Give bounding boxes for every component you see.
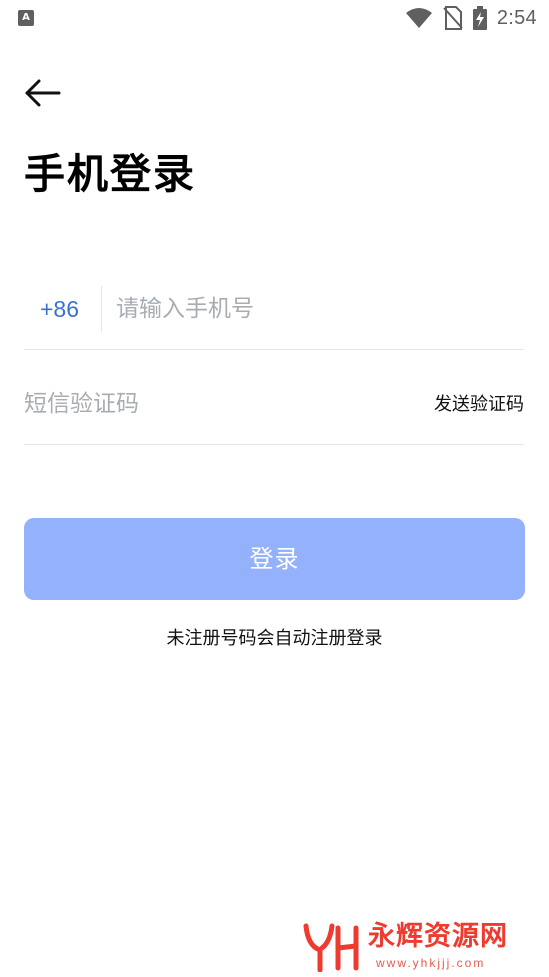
country-code-divider <box>101 286 102 332</box>
no-sim-icon <box>443 6 463 30</box>
phone-row: +86 <box>24 282 524 350</box>
watermark-title: 永辉资源网 <box>368 921 508 952</box>
login-button[interactable]: 登录 <box>24 518 525 600</box>
phone-input[interactable] <box>116 290 506 328</box>
auto-register-note: 未注册号码会自动注册登录 <box>166 628 383 649</box>
page-title: 手机登录 <box>24 150 196 198</box>
arrow-left-icon <box>25 79 61 107</box>
verification-code-input[interactable] <box>24 384 354 424</box>
status-time: 2:54 <box>496 6 537 29</box>
app-notification-icon: A <box>18 10 34 26</box>
watermark-url: www.yhkjjj.com <box>376 956 486 970</box>
wifi-icon <box>405 8 432 28</box>
login-screen: A 2:54 手机登录 +86 请输入手机号 短信验证码 发送验证码 登录 未注… <box>0 0 549 977</box>
battery-charging-icon <box>472 6 487 30</box>
status-icons: 2:54 <box>405 6 537 30</box>
verification-code-row: 发送验证码 <box>24 370 524 445</box>
watermark-logo <box>303 923 359 972</box>
country-code-selector[interactable]: +86 <box>40 292 79 326</box>
status-bar: A 2:54 <box>0 0 549 38</box>
watermark: 永辉资源网 www.yhkjjj.com <box>300 920 540 974</box>
send-code-button[interactable]: 发送验证码 <box>434 392 524 418</box>
back-button[interactable] <box>24 76 62 110</box>
